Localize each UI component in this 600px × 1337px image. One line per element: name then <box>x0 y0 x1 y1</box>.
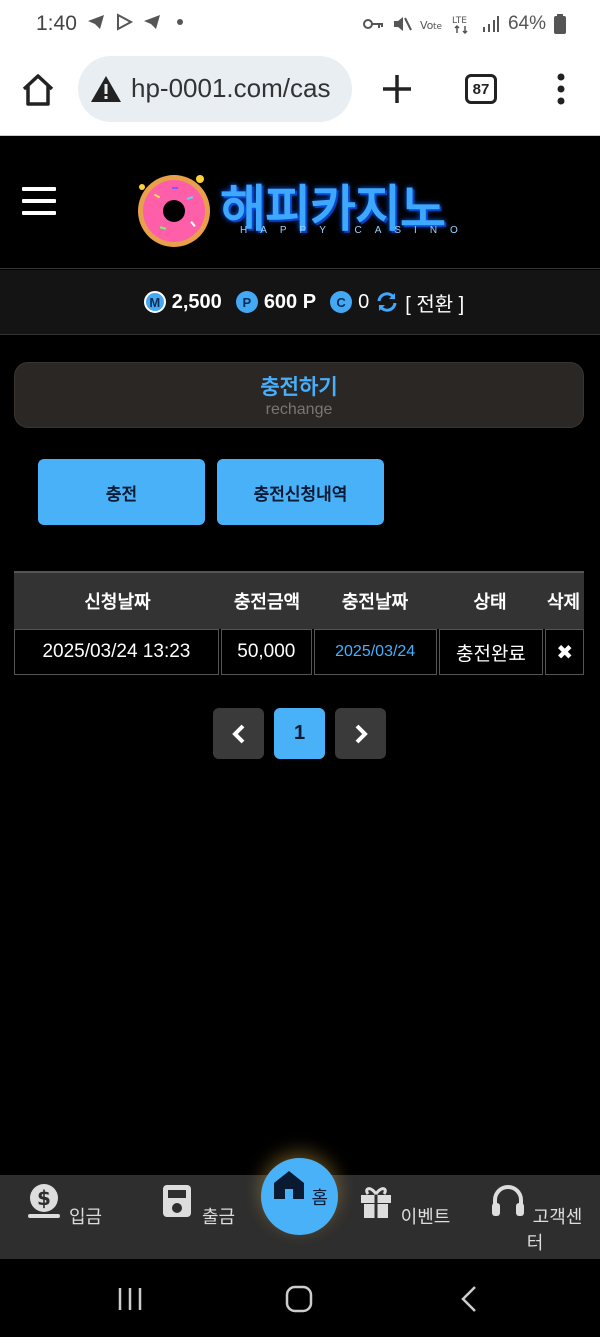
refresh-icon[interactable] <box>375 290 399 314</box>
page-subtitle: rechange <box>265 401 333 418</box>
balance-bar: M 2,500 P 600 P C 0 [ 전환 ] <box>0 270 600 335</box>
header-request-date: 신청날짜 <box>84 592 151 612</box>
url-text[interactable]: hp-0001.com/cas <box>131 73 341 104</box>
charge-history-button[interactable]: 충전신청내역 <box>217 459 384 525</box>
telegram-icon <box>144 15 160 29</box>
lte-icon: LTE <box>452 16 468 34</box>
address-bar[interactable]: hp-0001.com/cas <box>78 56 352 122</box>
browser-toolbar: hp-0001.com/cas 87 <box>0 48 600 136</box>
next-page-button[interactable] <box>335 708 386 759</box>
charge-history-table: 신청날짜 충전금액 충전날짜 상태 삭제 2025/03/24 13:23 50… <box>14 571 584 675</box>
hamburger-menu-icon[interactable] <box>22 186 56 216</box>
bottom-nav: $ 입금 출금 홈 이벤트 고객센터 <box>0 1158 600 1259</box>
charge-button[interactable]: 충전 <box>38 459 205 525</box>
cell-amount: 50,000 <box>220 629 312 675</box>
status-right: Vo te LTE 64% <box>362 13 566 35</box>
logo-subtitle: HAPPY CASINO <box>240 225 471 236</box>
battery-percent: 64% <box>507 13 546 34</box>
site-header: 해피카지노 HAPPY CASINO <box>0 137 600 269</box>
key-icon <box>362 19 383 29</box>
nav-deposit-label: 입금 <box>68 1207 103 1227</box>
svg-text:$: $ <box>37 1186 51 1210</box>
page-title: 충전하기 <box>260 376 338 399</box>
donut-logo-icon <box>138 175 210 247</box>
section-title-box: 충전하기 rechange <box>14 362 584 428</box>
mute-icon <box>393 17 412 31</box>
back-icon[interactable] <box>456 1285 484 1313</box>
header-amount: 충전금액 <box>233 592 301 612</box>
coin-balance: 0 <box>358 290 370 313</box>
site-logo[interactable]: 해피카지노 HAPPY CASINO <box>132 161 472 257</box>
nav-support-label: 고객센터 <box>526 1207 583 1253</box>
cell-status: 충전완료 <box>438 629 544 675</box>
svg-text:LTE: LTE <box>452 16 467 26</box>
nav-event-label: 이벤트 <box>400 1207 451 1227</box>
nav-withdraw[interactable]: 출금 <box>146 1183 246 1229</box>
more-menu-icon[interactable] <box>553 72 569 106</box>
system-nav-bar <box>0 1259 600 1337</box>
atm-icon <box>162 1185 191 1217</box>
nav-withdraw-label: 출금 <box>201 1207 236 1227</box>
cell-charge-date: 2025/03/24 <box>313 629 437 675</box>
money-icon: M <box>143 291 166 313</box>
battery-icon <box>554 14 566 34</box>
warning-icon[interactable] <box>90 74 122 104</box>
svg-text:Vo: Vo <box>420 19 434 32</box>
home-icon[interactable] <box>18 70 58 110</box>
dot-icon <box>177 19 183 25</box>
delete-button[interactable]: ✖ <box>545 629 584 675</box>
home-button-icon[interactable] <box>285 1285 313 1313</box>
new-tab-icon[interactable] <box>380 72 414 106</box>
point-icon: P <box>235 291 258 313</box>
svg-text:te: te <box>433 22 443 32</box>
cell-request-date: 2025/03/24 13:23 <box>14 629 219 675</box>
vowifi-icon: Vo te <box>420 19 443 32</box>
recent-apps-icon[interactable] <box>116 1285 144 1313</box>
nav-deposit[interactable]: $ 입금 <box>13 1183 113 1229</box>
home-icon <box>273 1171 304 1199</box>
header-delete: 삭제 <box>546 592 581 612</box>
signal-icon <box>482 16 499 32</box>
chevron-left-icon <box>231 724 244 743</box>
convert-link[interactable]: [ 전환 ] <box>405 288 464 317</box>
coin-icon: C <box>330 291 353 313</box>
gift-icon <box>360 1187 391 1218</box>
dollar-coin-icon: $ <box>27 1184 60 1218</box>
headset-icon <box>491 1185 524 1216</box>
status-bar: 1:40 Vo te LTE 64% <box>0 0 600 48</box>
play-icon <box>117 13 134 31</box>
nav-event[interactable]: 이벤트 <box>353 1183 453 1229</box>
tab-switcher-button[interactable]: 87 <box>465 74 497 104</box>
telegram-icon <box>88 15 104 29</box>
page-number[interactable]: 1 <box>274 708 325 759</box>
status-time: 1:40 <box>36 12 77 35</box>
header-status: 상태 <box>473 592 507 612</box>
notification-icons <box>86 12 190 32</box>
prev-page-button[interactable] <box>213 708 264 759</box>
table-row: 2025/03/24 13:23 50,000 2025/03/24 충전완료 … <box>14 629 584 675</box>
money-balance: 2,500 <box>171 290 222 313</box>
close-icon[interactable]: ✖ <box>556 640 573 665</box>
nav-home[interactable]: 홈 <box>261 1158 338 1235</box>
header-charge-date: 충전날짜 <box>341 592 409 612</box>
nav-home-label: 홈 <box>311 1188 328 1208</box>
pagination: 1 <box>213 708 386 759</box>
point-balance: 600 P <box>263 290 317 313</box>
nav-support[interactable]: 고객센터 <box>485 1183 585 1255</box>
table-header: 신청날짜 충전금액 충전날짜 상태 삭제 <box>14 571 584 629</box>
chevron-right-icon <box>355 724 368 743</box>
